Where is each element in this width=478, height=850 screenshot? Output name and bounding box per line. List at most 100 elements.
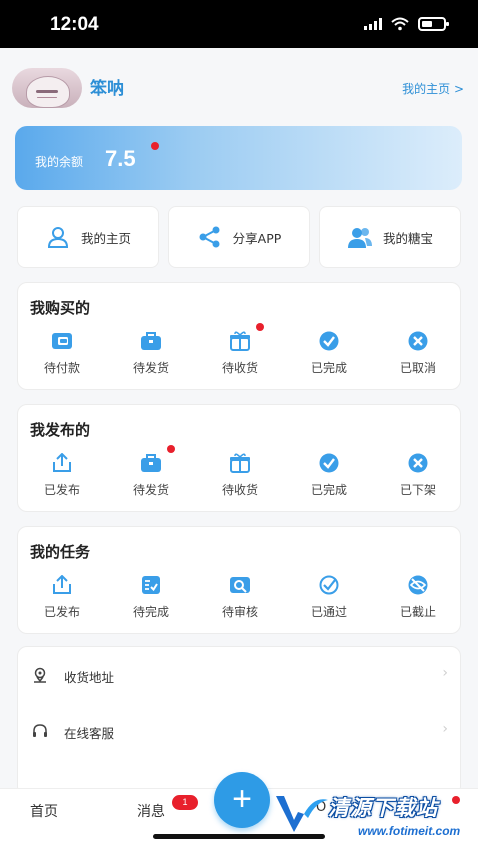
menu-item-label: 在线客服 (64, 726, 115, 741)
purchased-pending-receipt[interactable]: 待收货 (196, 323, 284, 379)
item-label: 已取消 (399, 361, 436, 375)
purchased-section: 我购买的 待付款 待发货 待收货 已完成 已取消 (17, 282, 461, 390)
item-label: 待审核 (221, 605, 258, 619)
section-title: 我发布的 (30, 421, 91, 439)
tab-home[interactable]: 首页 (30, 801, 58, 821)
quick-action-homepage[interactable]: 我的主页 (17, 206, 159, 268)
location-icon (34, 667, 46, 683)
gift-icon (230, 331, 250, 351)
purchased-cancelled[interactable]: 已取消 (374, 331, 462, 379)
tasks-under-review[interactable]: 待审核 (196, 575, 284, 623)
check-outline-icon (319, 575, 339, 595)
item-label: 已发布 (43, 605, 80, 619)
section-title: 我购买的 (30, 299, 91, 317)
balance-value: 7.5 (105, 146, 136, 171)
item-label: 待收货 (221, 483, 258, 497)
profile-page: 笨呐 我的主页 > 我的余额 7.5 我的主页 分享APP 我的糖宝 我购买的 … (0, 48, 478, 788)
watermark-text: 清源下载站 (328, 796, 438, 820)
share-icon (199, 226, 220, 248)
item-label: 已完成 (310, 361, 347, 375)
watermark-url: www.fotimeit.com (358, 824, 461, 838)
quick-action-label: 分享APP (232, 230, 282, 246)
item-label: 待付款 (43, 361, 80, 375)
watermark: 清源下载站 www.fotimeit.com (274, 790, 470, 848)
published-pending-receipt[interactable]: 待收货 (196, 453, 284, 501)
wallet-icon (52, 333, 72, 349)
tasks-published[interactable]: 已发布 (18, 575, 106, 623)
quick-action-share[interactable]: 分享APP (168, 206, 310, 268)
quick-action-label: 我的主页 (80, 230, 131, 246)
tasks-section: 我的任务 已发布 待完成 待审核 已通过 已截止 (17, 526, 461, 634)
upload-icon (53, 453, 71, 472)
published-items: 已发布 待发货 待收货 已完成 已下架 (18, 445, 462, 501)
item-label: 已完成 (310, 483, 347, 497)
watermark-logo (276, 796, 328, 832)
item-label: 已发布 (43, 483, 80, 497)
cancel-circle-icon (408, 453, 428, 473)
wifi-icon (391, 17, 409, 31)
tasks-approved[interactable]: 已通过 (285, 575, 373, 623)
balance-card[interactable]: 我的余额 7.5 (15, 126, 462, 190)
username: 笨呐 (90, 79, 124, 99)
publish-fab-button[interactable]: + (214, 772, 270, 828)
purchased-pending-payment[interactable]: 待付款 (18, 331, 106, 379)
item-label: 待发货 (132, 361, 169, 375)
tasks-to-complete[interactable]: 待完成 (107, 575, 195, 623)
item-label: 待发货 (132, 483, 169, 497)
notification-dot (151, 142, 159, 150)
headset-icon (33, 724, 47, 737)
users-icon (347, 228, 372, 248)
check-circle-icon (319, 453, 339, 473)
item-label: 待完成 (132, 605, 169, 619)
homepage-link[interactable]: 我的主页 > (402, 80, 464, 97)
cancel-circle-icon (408, 331, 428, 351)
user-icon (47, 227, 68, 248)
package-icon (141, 454, 161, 472)
item-label: 待收货 (221, 361, 258, 375)
menu-item-support[interactable]: 在线客服 › (18, 703, 462, 759)
avatar[interactable] (12, 68, 82, 108)
notification-dot (256, 323, 264, 331)
signal-icon (364, 18, 382, 30)
item-label: 已截止 (399, 605, 436, 619)
check-circle-icon (319, 331, 339, 351)
home-indicator (153, 834, 325, 839)
quick-actions: 我的主页 分享APP 我的糖宝 (17, 206, 461, 268)
upload-icon (53, 575, 71, 594)
menu-item-address[interactable]: 收货地址 › (18, 647, 462, 703)
status-bar: 12:04 (0, 0, 478, 48)
published-section: 我发布的 已发布 待发货 待收货 已完成 已下架 (17, 404, 461, 512)
settings-menu: 收货地址 › 在线客服 › (17, 646, 461, 788)
closed-eye-icon (408, 575, 428, 595)
section-title: 我的任务 (30, 543, 91, 561)
item-label: 已下架 (399, 483, 436, 497)
tab-messages[interactable]: 消息 (137, 801, 165, 821)
review-icon (230, 577, 250, 593)
chevron-right-icon: › (442, 665, 448, 681)
balance-label: 我的余额 (35, 155, 84, 169)
chevron-right-icon: › (442, 721, 448, 737)
status-icons (364, 17, 449, 31)
purchased-completed[interactable]: 已完成 (285, 331, 373, 379)
purchased-pending-shipment[interactable]: 待发货 (107, 331, 195, 379)
package-icon (141, 332, 161, 350)
purchased-items: 待付款 待发货 待收货 已完成 已取消 (18, 323, 462, 379)
message-badge: 1 (172, 795, 198, 810)
published-listed[interactable]: 已发布 (18, 453, 106, 501)
published-delisted[interactable]: 已下架 (374, 453, 462, 501)
battery-icon (418, 17, 449, 31)
tasks-closed[interactable]: 已截止 (374, 575, 462, 623)
notification-dot (167, 445, 175, 453)
quick-action-tangbao[interactable]: 我的糖宝 (319, 206, 461, 268)
published-completed[interactable]: 已完成 (285, 453, 373, 501)
checklist-icon (142, 576, 160, 594)
item-label: 已通过 (310, 605, 347, 619)
status-time: 12:04 (50, 14, 99, 35)
profile-header: 笨呐 我的主页 > (12, 68, 466, 112)
tasks-items: 已发布 待完成 待审核 已通过 已截止 (18, 575, 462, 623)
gift-icon (230, 453, 250, 473)
menu-item-label: 收货地址 (64, 670, 115, 685)
notification-dot (452, 796, 460, 804)
quick-action-label: 我的糖宝 (382, 230, 433, 246)
published-pending-shipment[interactable]: 待发货 (107, 445, 195, 501)
